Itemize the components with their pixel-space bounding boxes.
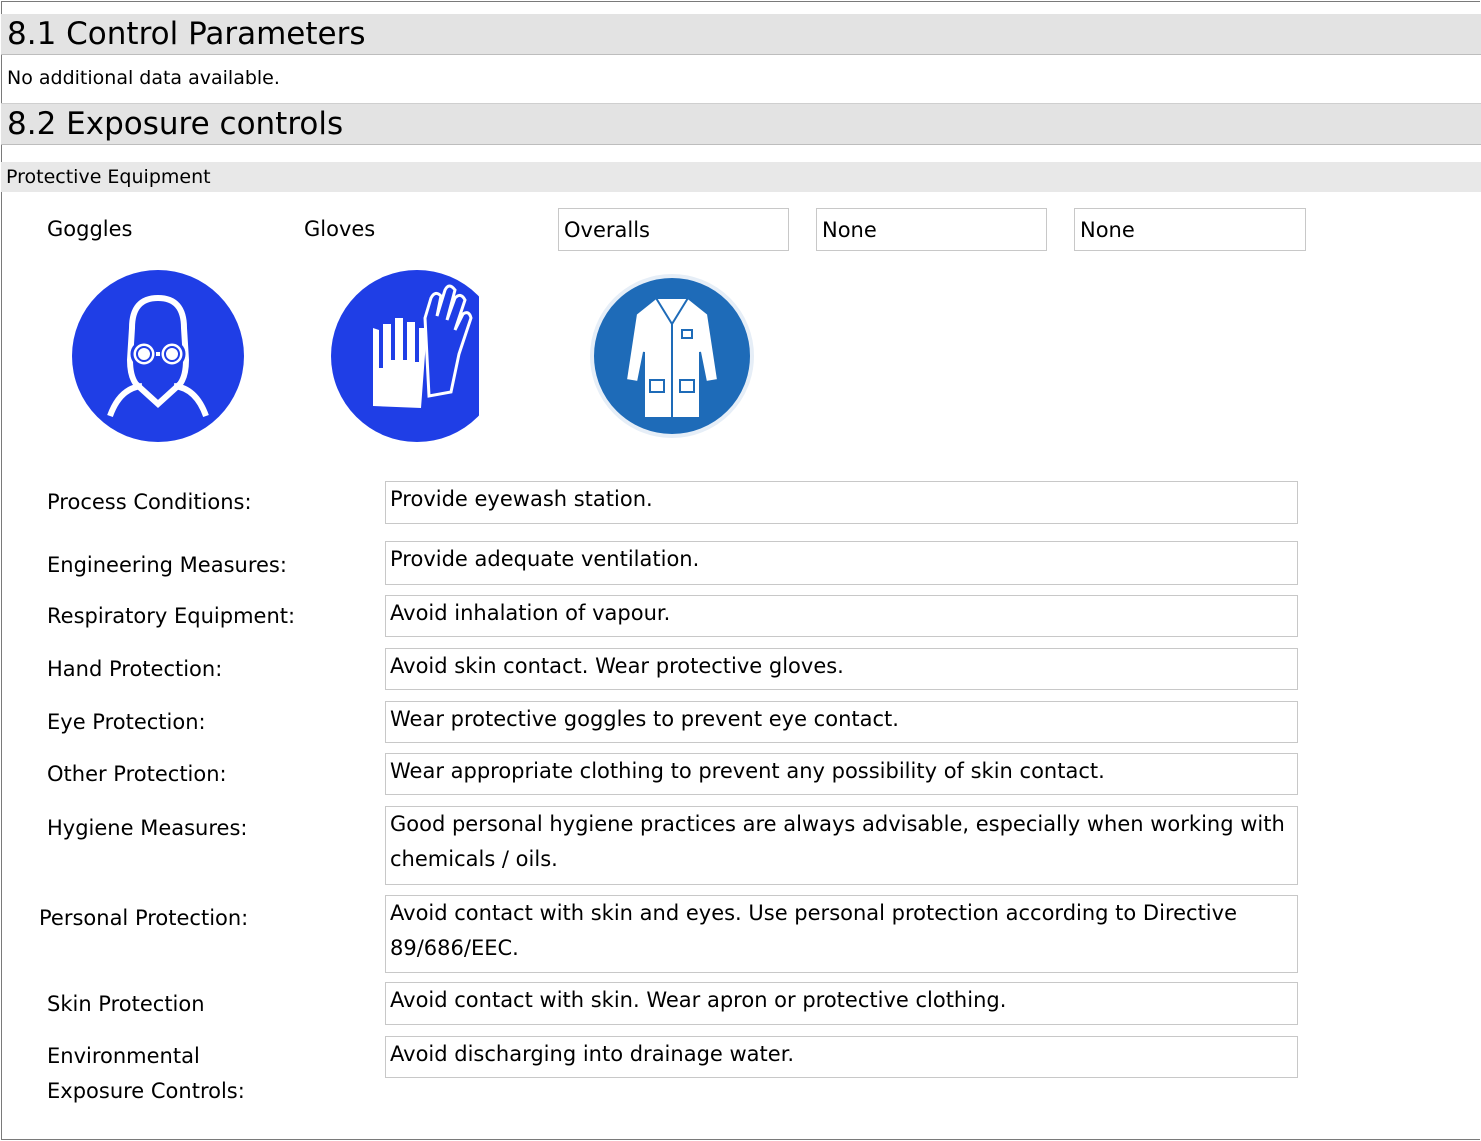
row-label-eye-protection: Eye Protection: [47, 710, 206, 734]
row-label-environmental-exposure-controls: Environmental Exposure Controls: [47, 1044, 245, 1103]
row-value-respiratory-equipment: Avoid inhalation of vapour. [385, 595, 1298, 637]
overalls-mandatory-icon [590, 274, 754, 438]
row-label-skin-protection: Skin Protection [47, 992, 205, 1016]
section-8-1-text: No additional data available. [7, 67, 280, 89]
row-value-eye-protection: Wear protective goggles to prevent eye c… [385, 701, 1298, 743]
row-value-process-conditions: Provide eyewash station. [385, 481, 1298, 524]
row-value-other-protection: Wear appropriate clothing to prevent any… [385, 753, 1298, 795]
row-label-other-protection: Other Protection: [47, 762, 227, 786]
goggles-mandatory-icon [72, 270, 244, 442]
row-label-hand-protection: Hand Protection: [47, 657, 223, 681]
row-label-engineering-measures: Engineering Measures: [47, 553, 287, 577]
section-8-2-title: 8.2 Exposure controls [1, 103, 1481, 145]
row-label-process-conditions: Process Conditions: [47, 490, 252, 514]
row-value-engineering-measures: Provide adequate ventilation. [385, 541, 1298, 585]
ppe-label-gloves: Gloves [304, 217, 376, 241]
ppe-label-goggles: Goggles [47, 217, 133, 241]
section-8-1-title: 8.1 Control Parameters [1, 14, 1481, 55]
row-value-environmental-exposure-controls: Avoid discharging into drainage water. [385, 1036, 1298, 1078]
row-value-skin-protection: Avoid contact with skin. Wear apron or p… [385, 982, 1298, 1025]
row-label-personal-protection: Personal Protection: [39, 906, 249, 930]
row-value-hygiene-measures: Good personal hygiene practices are alwa… [385, 806, 1298, 885]
ppe-label-overalls: Overalls [558, 208, 789, 251]
row-value-personal-protection: Avoid contact with skin and eyes. Use pe… [385, 895, 1298, 973]
ppe-label-none-1: None [816, 208, 1047, 251]
row-label-hygiene-measures: Hygiene Measures: [47, 816, 248, 840]
row-value-hand-protection: Avoid skin contact. Wear protective glov… [385, 648, 1298, 690]
section-8-2-subtitle: Protective Equipment [1, 162, 1481, 192]
gloves-mandatory-icon [331, 268, 505, 444]
row-label-respiratory-equipment: Respiratory Equipment: [47, 604, 296, 628]
ppe-label-none-2: None [1074, 208, 1306, 251]
